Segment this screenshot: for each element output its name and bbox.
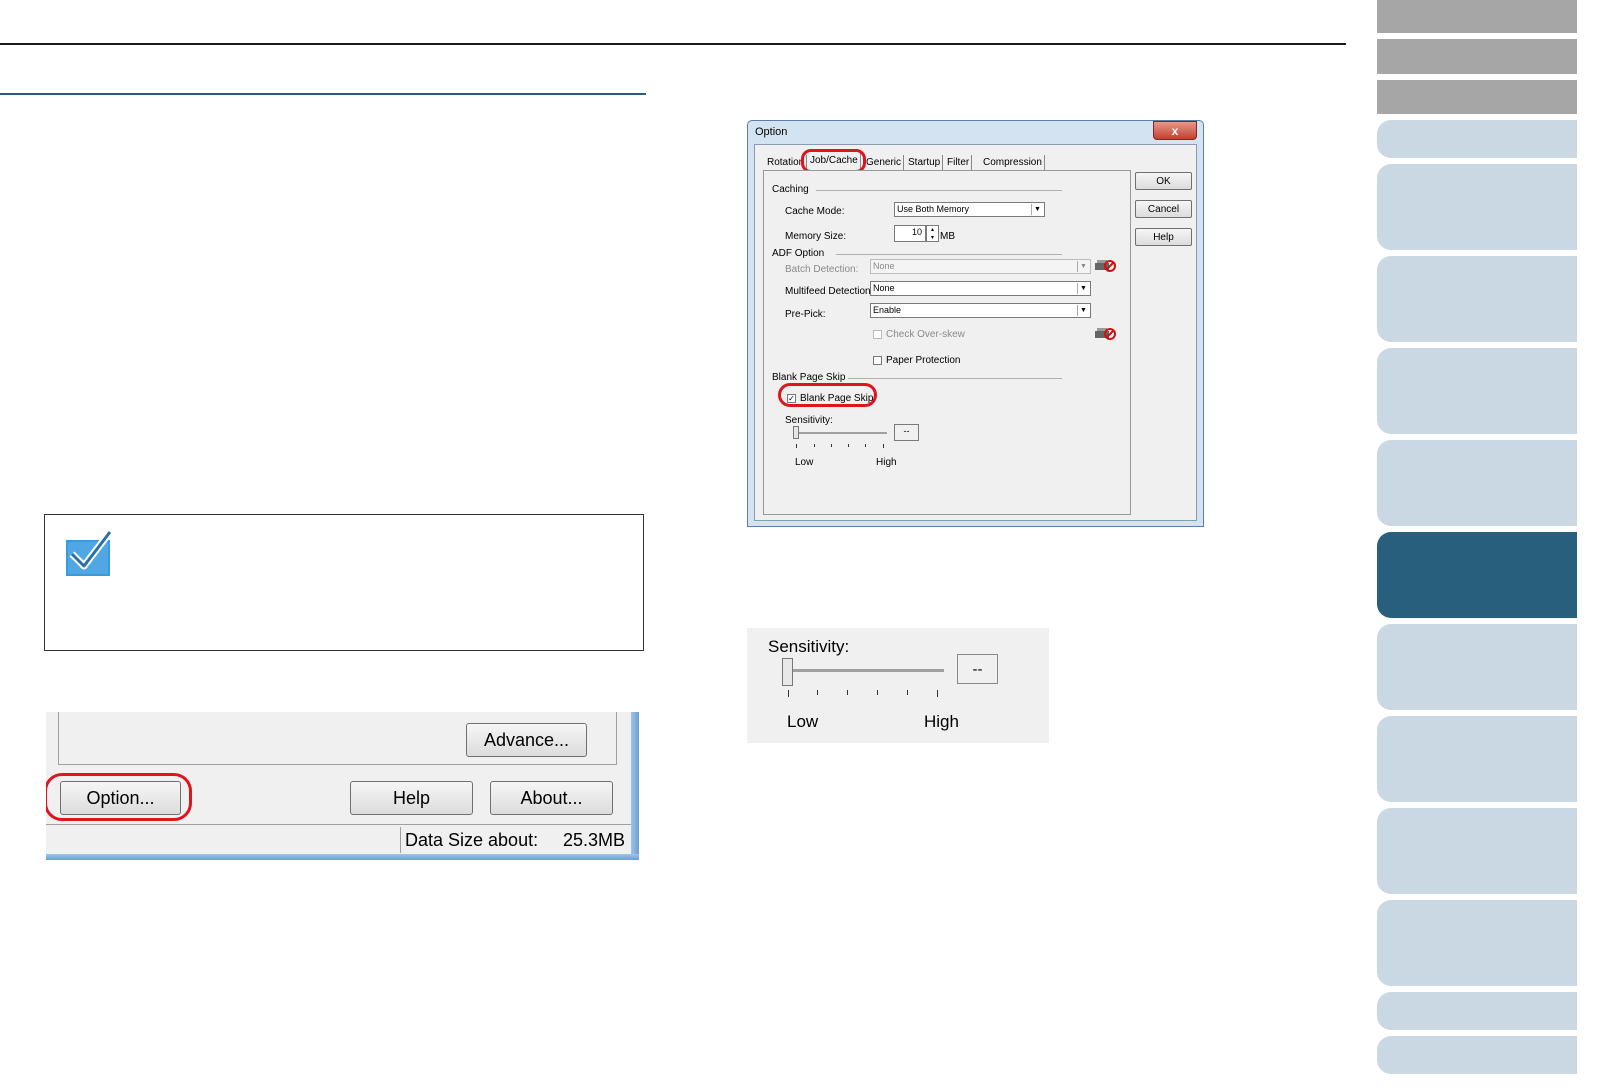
advance-button[interactable]: Advance... [466,723,587,757]
nav-tab-9-active[interactable] [1377,532,1577,618]
chevron-down-icon: ▼ [1077,305,1089,316]
cache-mode-label: Cache Mode: [785,206,845,217]
status-bar: Data Size about: 25.3MB [46,824,631,855]
memory-size-label: Memory Size: [785,231,847,242]
slider-tick [796,444,797,448]
sensitivity-slider-thumb[interactable] [793,426,799,439]
slider-tick [848,444,849,447]
zoom-slider-tick [817,690,818,695]
dialog-title: Option [755,126,788,138]
sensitivity-value-box: -- [894,424,919,441]
nav-tab-3[interactable] [1377,80,1577,114]
sensitivity-high-label: High [876,457,897,468]
check-overskew-label: Check Over-skew [886,329,965,340]
dialog-help-button[interactable]: Help [1135,228,1192,246]
nav-tab-14[interactable] [1377,992,1577,1030]
multifeed-detection-select[interactable]: None ▼ [870,281,1091,296]
close-button[interactable]: x [1153,121,1197,140]
dialog-body: Rotation Job/Cache Generic Startup Filte… [754,144,1197,521]
pre-pick-select[interactable]: Enable ▼ [870,303,1091,318]
cache-mode-select[interactable]: Use Both Memory ▼ [894,202,1045,217]
zoom-slider-thumb[interactable] [782,658,793,686]
blank-page-group-label: Blank Page Skip [772,372,846,383]
zoom-slider-tick [937,690,938,697]
caching-divider [816,190,1062,191]
nav-tab-4[interactable] [1377,120,1577,158]
zoom-slider-tick [877,690,878,695]
memory-size-spinner[interactable]: ▴ ▾ [926,225,939,242]
about-button[interactable]: About... [490,781,613,815]
slider-tick [814,444,815,447]
memory-size-input[interactable]: 10 [894,225,926,242]
scanner-icon [1095,328,1116,340]
data-size-value: 25.3MB [562,829,625,850]
tab-startup[interactable]: Startup [906,155,944,171]
multifeed-detection-label: Multifeed Detection: [785,286,874,297]
paper-protection-checkbox[interactable] [873,356,882,365]
sensitivity-label: Sensitivity: [785,415,833,426]
check-overskew-checkbox [873,330,882,339]
tab-generic[interactable]: Generic [864,155,905,171]
scanner-icon [1095,260,1116,272]
adf-divider [836,254,1062,255]
sensitivity-track [797,432,887,434]
nav-tab-12[interactable] [1377,808,1577,894]
caching-group-label: Caching [772,184,809,195]
zoom-sensitivity-label: Sensitivity: [768,637,850,656]
header-rule [0,43,1346,45]
option-dialog: Option x Rotation Job/Cache Generic Star… [747,120,1204,527]
tab-filter[interactable]: Filter [945,155,973,171]
pre-pick-label: Pre-Pick: [785,309,826,320]
nav-tab-6[interactable] [1377,256,1577,342]
paper-protection-label: Paper Protection [886,355,961,366]
tab-compression[interactable]: Compression [981,155,1045,171]
sensitivity-zoom: Sensitivity: -- Low High [747,628,1049,743]
nav-tab-10[interactable] [1377,624,1577,710]
zoom-high-label: High [924,712,959,731]
slider-tick [883,444,884,448]
nav-tab-2[interactable] [1377,39,1577,74]
slider-tick [831,444,832,447]
nav-tab-7[interactable] [1377,348,1577,434]
batch-detection-label: Batch Detection: [785,264,859,275]
blank-page-highlight-ring [778,383,877,407]
job-cache-panel: Caching Cache Mode: Use Both Memory ▼ Mem… [763,170,1131,515]
adf-group-label: ADF Option [772,248,825,259]
zoom-low-label: Low [787,712,819,731]
sensitivity-low-label: Low [795,457,814,468]
zoom-slider-tick [847,690,848,695]
memory-unit: MB [940,231,955,242]
blank-page-divider [848,378,1062,379]
cancel-button[interactable]: Cancel [1135,200,1192,218]
nav-tab-5[interactable] [1377,164,1577,250]
nav-tab-15[interactable] [1377,1036,1577,1074]
help-button[interactable]: Help [350,781,473,815]
close-icon: x [1171,123,1179,138]
data-size-label: Data Size about: [405,829,539,850]
data-size-cell: Data Size about: 25.3MB [400,827,631,853]
option-highlight-ring [46,773,192,821]
chevron-down-icon: ▼ [1077,261,1089,272]
slider-tick [865,444,866,447]
chevron-down-icon: ▼ [1031,204,1043,215]
note-box [44,514,644,651]
ok-button[interactable]: OK [1135,172,1192,190]
checkmark-icon [66,530,112,576]
nav-tab-11[interactable] [1377,716,1577,802]
nav-tab-13[interactable] [1377,900,1577,986]
window-frame-right [631,712,639,860]
nav-tab-8[interactable] [1377,440,1577,526]
window-frame-bottom [46,854,639,860]
section-rule [0,93,646,95]
zoom-slider-track [787,669,944,672]
chevron-down-icon: ▼ [1077,283,1089,294]
zoom-slider-tick [788,690,789,697]
zoom-slider-tick [907,690,908,695]
main-window-screenshot: Advance... Option... Help About... Data … [46,712,639,860]
zoom-sensitivity-value: -- [957,654,998,684]
batch-detection-select: None ▼ [870,259,1091,274]
nav-tab-1[interactable] [1377,0,1577,33]
